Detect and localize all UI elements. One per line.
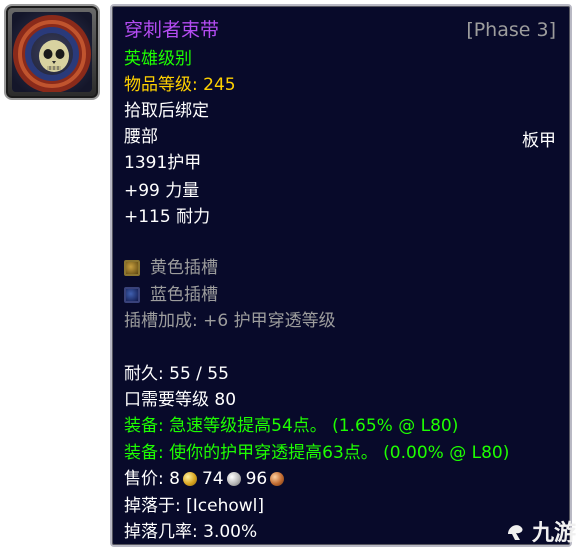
blue-socket-icon	[124, 287, 140, 303]
equip-effect-haste: 装备: 急速等级提高54点。 (1.65% @ L80)	[124, 416, 459, 436]
screen: 穿刺者束带 [Phase 3] 英雄级别 物品等级: 245 拾取后绑定 腰部 …	[0, 0, 584, 551]
item-level-value: 245	[203, 75, 236, 95]
drop-chance: 掉落几率: 3.00%	[124, 522, 258, 542]
sell-price: 售价: 8 74 96	[124, 468, 289, 490]
item-quality: 英雄级别	[124, 49, 192, 69]
dropped-by: 掉落于: [Icehowl]	[124, 496, 265, 516]
socket-blue-label: 蓝色插槽	[150, 285, 218, 305]
stat-stamina: +115 耐力	[124, 207, 211, 227]
item-level: 物品等级: 245	[124, 74, 236, 96]
watermark-text: 九游	[531, 521, 576, 546]
jiuyou-logo-icon	[507, 525, 523, 540]
socket-yellow: 黄色插槽	[124, 257, 218, 279]
copper-coin-icon	[270, 472, 285, 486]
item-name: 穿刺者束带	[124, 19, 220, 41]
item-tooltip: 穿刺者束带 [Phase 3] 英雄级别 物品等级: 245 拾取后绑定 腰部 …	[110, 4, 572, 547]
skull-belt-icon	[12, 12, 92, 92]
socket-bonus: 插槽加成: +6 护甲穿透等级	[124, 311, 336, 331]
armor-value: 1391护甲	[124, 153, 202, 173]
item-level-label: 物品等级:	[124, 75, 198, 95]
socket-blue: 蓝色插槽	[124, 284, 218, 306]
sell-copper-amount: 96	[245, 469, 268, 489]
sell-price-label: 售价:	[124, 469, 164, 489]
durability: 耐久: 55 / 55	[124, 364, 229, 384]
armor-type: 板甲	[522, 131, 556, 151]
sell-gold-amount: 8	[169, 469, 180, 489]
item-icon-frame[interactable]	[4, 4, 100, 100]
sell-silver-amount: 74	[201, 469, 224, 489]
socket-yellow-label: 黄色插槽	[150, 258, 218, 278]
bind-type: 拾取后绑定	[124, 101, 209, 121]
stat-strength: +99 力量	[124, 181, 200, 201]
yellow-socket-icon	[124, 260, 140, 276]
item-phase: [Phase 3]	[466, 19, 556, 41]
gold-coin-icon	[182, 472, 197, 486]
silver-coin-icon	[226, 472, 241, 486]
watermark: 九游	[496, 515, 576, 547]
equip-effect-armor-pen: 装备: 使你的护甲穿透提高63点。 (0.00% @ L80)	[124, 443, 510, 463]
required-level: 口需要等级 80	[124, 390, 237, 410]
equip-slot: 腰部	[124, 127, 158, 147]
